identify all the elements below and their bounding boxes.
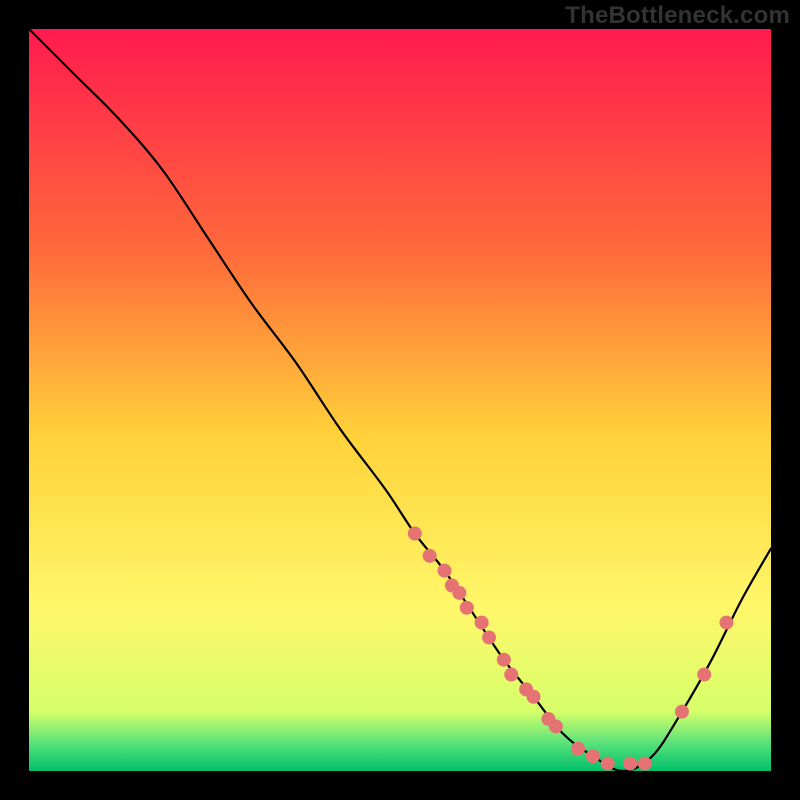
- plot-background: [29, 29, 771, 771]
- data-point: [549, 719, 563, 733]
- data-point: [408, 527, 422, 541]
- data-point: [527, 690, 541, 704]
- data-point: [452, 586, 466, 600]
- data-point: [601, 757, 615, 771]
- data-point: [697, 668, 711, 682]
- data-point: [438, 564, 452, 578]
- data-point: [504, 668, 518, 682]
- data-point: [623, 757, 637, 771]
- watermark-label: TheBottleneck.com: [565, 2, 790, 30]
- data-point: [571, 742, 585, 756]
- data-point: [460, 601, 474, 615]
- data-point: [423, 549, 437, 563]
- data-point: [719, 616, 733, 630]
- data-point: [675, 705, 689, 719]
- data-point: [482, 630, 496, 644]
- data-point: [475, 616, 489, 630]
- bottleneck-chart: [0, 0, 800, 800]
- chart-container: TheBottleneck.com: [0, 0, 800, 800]
- data-point: [497, 653, 511, 667]
- data-point: [586, 749, 600, 763]
- data-point: [638, 757, 652, 771]
